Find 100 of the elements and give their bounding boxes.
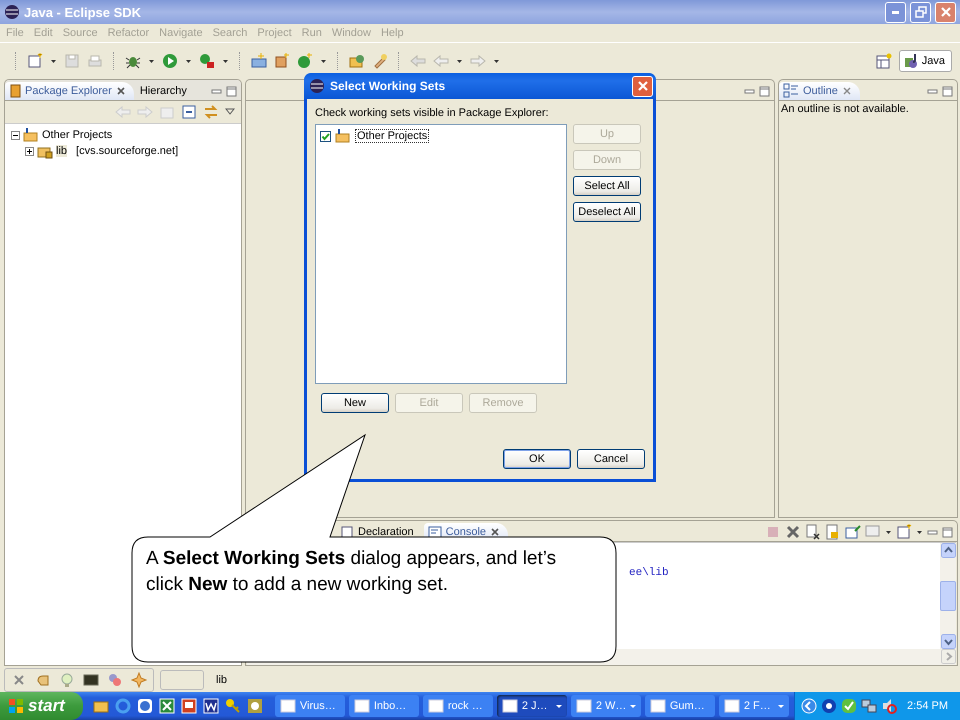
- status-text: lib: [216, 674, 228, 686]
- window-icon: [354, 698, 370, 714]
- scroll-down-icon[interactable]: [940, 634, 956, 649]
- tree-item[interactable]: lib: [56, 145, 68, 157]
- collapse-icon[interactable]: [11, 130, 20, 140]
- view-tab[interactable]: Package Explorer: [5, 82, 134, 100]
- menu-item[interactable]: Navigate: [155, 27, 207, 39]
- collapse-all-icon[interactable]: [181, 104, 197, 120]
- new-folder-icon[interactable]: [251, 53, 267, 69]
- view-tab[interactable]: Outline: [779, 82, 860, 100]
- view-tab[interactable]: Declaration: [336, 523, 422, 541]
- caret-icon[interactable]: [493, 58, 500, 64]
- menu-item[interactable]: Search: [208, 27, 252, 39]
- monitor-icon[interactable]: [83, 672, 99, 688]
- maximize-view-icon[interactable]: [759, 86, 770, 96]
- dialog-button[interactable]: OK: [503, 449, 571, 469]
- new-console-icon[interactable]: [896, 524, 912, 540]
- close-button[interactable]: [935, 2, 956, 22]
- console-line: ee\lib: [629, 567, 670, 579]
- caret-icon[interactable]: [456, 58, 463, 64]
- view-menu-icon[interactable]: [225, 107, 235, 117]
- dialog-button[interactable]: Deselect All: [573, 202, 641, 222]
- list-item[interactable]: Other Projects: [355, 129, 430, 143]
- circles-icon[interactable]: [107, 672, 123, 688]
- menu-item[interactable]: Source: [58, 27, 102, 39]
- speaker-muted-icon[interactable]: [881, 698, 898, 714]
- open-folder-icon[interactable]: [349, 53, 365, 69]
- checkbox[interactable]: [320, 130, 331, 142]
- clock: 2:54 PM: [907, 700, 948, 712]
- menu-item[interactable]: Help: [376, 27, 408, 39]
- caret-icon[interactable]: [148, 58, 155, 64]
- view-tab[interactable]: Hierarchy: [136, 82, 195, 100]
- taskbar-button[interactable]: 2 J…: [496, 695, 567, 717]
- minimize-icon: [892, 10, 899, 14]
- dialog-button[interactable]: New: [321, 393, 389, 413]
- restore-button[interactable]: [910, 2, 931, 22]
- link-arrows-icon[interactable]: [203, 104, 219, 120]
- repository-label: [cvs.sourceforge.net]: [76, 145, 178, 157]
- window-icon: [428, 698, 444, 714]
- network-icon[interactable]: [861, 698, 878, 714]
- play-icon[interactable]: [162, 53, 178, 69]
- key-icon[interactable]: [224, 698, 241, 714]
- clear-console-icon[interactable]: [805, 524, 821, 540]
- new-page-icon[interactable]: [27, 53, 43, 69]
- dialog-button[interactable]: Cancel: [577, 449, 645, 469]
- caret-icon[interactable]: [320, 58, 327, 64]
- close-tab-icon[interactable]: [116, 86, 126, 96]
- taskbar-button[interactable]: rock …: [422, 695, 493, 717]
- close-tab-icon[interactable]: [490, 527, 500, 537]
- eclipse-logo-icon: [4, 4, 20, 20]
- scroll-up-icon[interactable]: [940, 543, 956, 558]
- spreadsheet-icon[interactable]: [158, 698, 175, 714]
- caret-icon[interactable]: [916, 528, 923, 536]
- caret-icon[interactable]: [222, 58, 229, 64]
- taskbar-button[interactable]: Gum…: [644, 695, 715, 717]
- tree-item[interactable]: Other Projects: [42, 129, 112, 141]
- java-perspective-button[interactable]: Java: [898, 50, 952, 72]
- menu-item[interactable]: Project: [253, 27, 296, 39]
- dialog-button[interactable]: Select All: [573, 176, 641, 196]
- caret-icon[interactable]: [185, 58, 192, 64]
- group-caret-icon: [630, 704, 636, 708]
- remove-launch-icon[interactable]: [785, 524, 801, 540]
- vertical-scrollbar[interactable]: [940, 543, 956, 649]
- window-icon: [650, 698, 666, 714]
- taskbar-button[interactable]: Virus…: [274, 695, 345, 717]
- maximize-view-icon[interactable]: [226, 86, 237, 96]
- windows-flag-icon: [8, 697, 24, 715]
- pin-icon[interactable]: [845, 524, 861, 540]
- outline-message: An outline is not available.: [780, 102, 910, 117]
- menu-item[interactable]: Refactor: [104, 27, 154, 39]
- console-icon: [428, 525, 442, 539]
- window-icon: [724, 698, 740, 714]
- caret-icon[interactable]: [50, 58, 57, 64]
- menu-item[interactable]: Run: [298, 27, 326, 39]
- open-perspective-icon[interactable]: [876, 53, 892, 69]
- play-toolbox-icon[interactable]: [199, 53, 215, 69]
- circle-plus-icon[interactable]: [297, 53, 313, 69]
- slides-icon[interactable]: [180, 698, 197, 714]
- document-icon[interactable]: [202, 698, 219, 714]
- target-icon[interactable]: [821, 698, 838, 714]
- maximize-view-icon[interactable]: [942, 526, 953, 538]
- close-button[interactable]: [632, 76, 653, 96]
- caret-icon[interactable]: [885, 528, 892, 536]
- new-class-icon[interactable]: [274, 53, 290, 69]
- star-icon[interactable]: [131, 672, 147, 688]
- menu-item[interactable]: Edit: [30, 27, 57, 39]
- menu-item[interactable]: File: [2, 27, 28, 39]
- menu-item[interactable]: Window: [328, 27, 375, 39]
- taskbar-button[interactable]: 2 W…: [570, 695, 641, 717]
- group-caret-icon: [556, 704, 562, 708]
- folder-icon: [335, 128, 351, 144]
- check-icon: [321, 132, 330, 140]
- start-button[interactable]: start: [0, 692, 83, 720]
- scroll-lock-icon[interactable]: [825, 524, 841, 540]
- taskbar-button[interactable]: Inbo…: [348, 695, 419, 717]
- maximize-view-icon[interactable]: [942, 86, 953, 96]
- expand-icon[interactable]: [25, 146, 34, 156]
- folder-icon: [23, 127, 39, 143]
- minimize-button[interactable]: [885, 2, 906, 22]
- taskbar-button[interactable]: 2 F…: [718, 695, 789, 717]
